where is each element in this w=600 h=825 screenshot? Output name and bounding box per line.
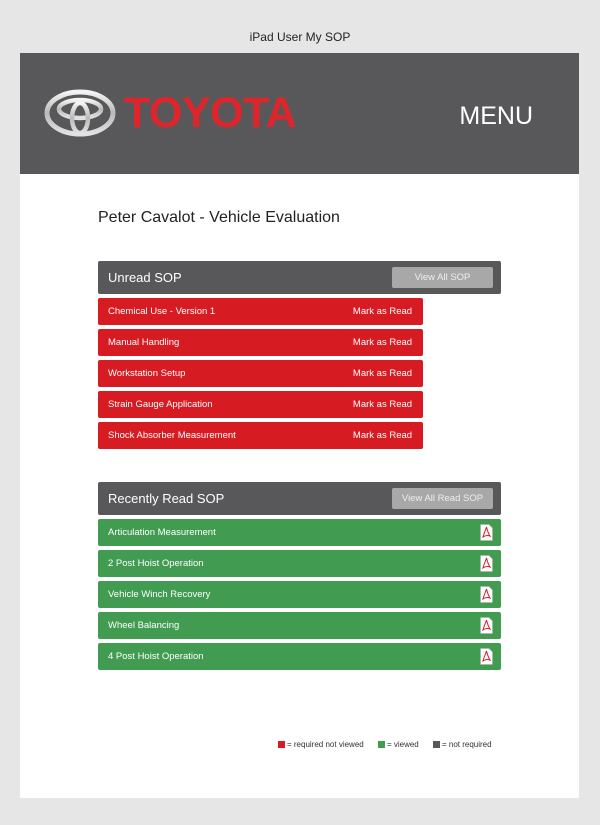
legend-item-not-required: = not required <box>432 740 492 749</box>
sop-item-label: 4 Post Hoist Operation <box>108 651 204 662</box>
page-title: Peter Cavalot - Vehicle Evaluation <box>98 209 340 226</box>
recent-sop-item[interactable]: Articulation Measurement <box>98 519 501 546</box>
status-legend: = required not viewed = viewed = not req… <box>278 740 492 750</box>
mark-as-read-button[interactable]: Mark as Read <box>342 298 423 325</box>
recent-sop-item[interactable]: Vehicle Winch Recovery <box>98 581 501 608</box>
view-all-read-sop-button[interactable]: View All Read SOP <box>392 488 493 509</box>
frame-title: iPad User My SOP <box>249 30 351 44</box>
sop-item-label: Chemical Use - Version 1 <box>108 306 216 317</box>
toyota-logo-icon <box>44 89 116 137</box>
recent-sop-item[interactable]: 4 Post Hoist Operation <box>98 643 501 670</box>
mark-as-read-button[interactable]: Mark as Read <box>342 329 423 356</box>
legend-item-required: = required not viewed <box>278 740 364 749</box>
gray-swatch <box>432 741 440 748</box>
mark-as-read-button[interactable]: Mark as Read <box>342 422 423 449</box>
view-all-sop-button[interactable]: View All SOP <box>392 267 493 288</box>
app-page: TOYOTA MENU Peter Cavalot - Vehicle Eval… <box>20 53 579 798</box>
green-swatch <box>377 741 385 748</box>
sop-item-label: Shock Absorber Measurement <box>108 430 236 441</box>
pdf-icon[interactable] <box>480 586 493 603</box>
mark-as-read-button[interactable]: Mark as Read <box>342 391 423 418</box>
unread-sop-header: Unread SOP View All SOP <box>98 261 501 294</box>
legend-not-required-label: = not required <box>441 740 492 749</box>
pdf-icon[interactable] <box>480 617 493 634</box>
recent-sop-header: Recently Read SOP View All Read SOP <box>98 482 501 515</box>
sop-item-label: Wheel Balancing <box>108 620 180 631</box>
recent-sop-item[interactable]: Wheel Balancing <box>98 612 501 639</box>
menu-button[interactable]: MENU <box>459 102 533 130</box>
mark-as-read-button[interactable]: Mark as Read <box>342 360 423 387</box>
unread-sop-title: Unread SOP <box>108 270 182 285</box>
brand-wordmark: TOYOTA <box>124 89 297 137</box>
pdf-icon[interactable] <box>480 648 493 665</box>
pdf-icon[interactable] <box>480 524 493 541</box>
sop-item-label: 2 Post Hoist Operation <box>108 558 204 569</box>
recent-sop-item[interactable]: 2 Post Hoist Operation <box>98 550 501 577</box>
red-swatch <box>278 741 285 748</box>
legend-required-label: = required not viewed <box>287 740 364 749</box>
header-bar: TOYOTA MENU <box>20 53 579 174</box>
recent-sop-title: Recently Read SOP <box>108 491 225 506</box>
pdf-icon[interactable] <box>480 555 493 572</box>
sop-item-label: Manual Handling <box>108 337 180 348</box>
sop-item-label: Articulation Measurement <box>108 527 216 538</box>
legend-item-viewed: = viewed <box>377 740 419 749</box>
sop-item-label: Workstation Setup <box>108 368 186 379</box>
sop-item-label: Strain Gauge Application <box>108 399 213 410</box>
legend-viewed-label: = viewed <box>386 740 419 749</box>
sop-item-label: Vehicle Winch Recovery <box>108 589 211 600</box>
